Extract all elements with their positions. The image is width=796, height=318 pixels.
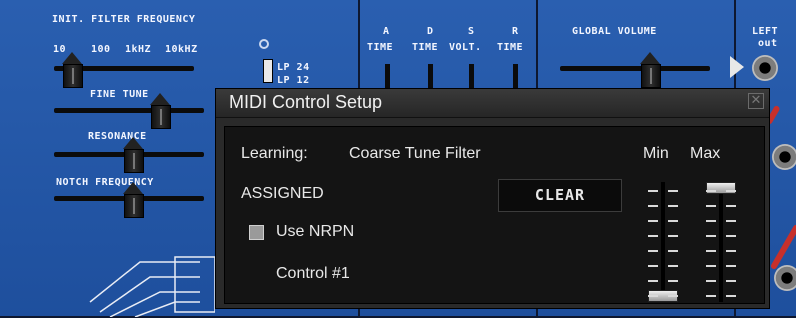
filter-frequency-slider[interactable] xyxy=(62,52,83,88)
env-release-letter: R xyxy=(512,26,519,37)
dialog-content-panel: Learning: Coarse Tune Filter ASSIGNED CL… xyxy=(224,126,765,304)
freq-scale-1khz: 1kHZ xyxy=(125,44,152,55)
learning-target: Coarse Tune Filter xyxy=(349,145,481,162)
control-number: Control #1 xyxy=(276,265,350,282)
env-decay-letter: D xyxy=(427,26,434,37)
env-sustain-letter: S xyxy=(468,26,475,37)
max-slider-rail xyxy=(719,182,723,302)
filter-mode-lp12[interactable]: LP 12 xyxy=(277,75,310,86)
output-jack-2[interactable] xyxy=(772,144,796,170)
env-decay-slider[interactable] xyxy=(428,64,433,90)
slider-tick xyxy=(668,205,678,207)
slider-tick xyxy=(648,250,658,252)
output-jack-3[interactable] xyxy=(774,265,796,291)
global-volume-track[interactable] xyxy=(560,66,710,71)
slider-tick xyxy=(726,235,736,237)
clear-button[interactable]: CLEAR xyxy=(498,179,622,212)
slider-tick xyxy=(668,280,678,282)
min-label: Min xyxy=(643,145,669,162)
slider-tick xyxy=(648,235,658,237)
left-out-jack[interactable] xyxy=(752,55,778,81)
global-volume-label: GLOBAL VOLUME xyxy=(572,26,657,37)
filter-mode-switch[interactable] xyxy=(263,59,273,83)
slider-tick xyxy=(706,265,716,267)
use-nrpn-checkbox[interactable] xyxy=(249,225,264,240)
slider-tick xyxy=(648,295,658,297)
slider-tick xyxy=(726,190,736,192)
assignment-status: ASSIGNED xyxy=(241,185,324,202)
filter-frequency-label: INIT. FILTER FREQUENCY xyxy=(52,14,196,25)
fine-tune-track[interactable] xyxy=(54,108,204,113)
left-out-label: LEFT xyxy=(752,26,779,37)
min-slider[interactable] xyxy=(644,182,682,302)
slider-tick xyxy=(706,190,716,192)
slider-tick xyxy=(668,220,678,222)
min-slider-rail xyxy=(661,182,665,302)
fine-tune-slider[interactable] xyxy=(150,93,171,129)
filter-mode-led-icon xyxy=(259,39,269,49)
slider-tick xyxy=(726,250,736,252)
slider-tick xyxy=(726,280,736,282)
env-attack-letter: A xyxy=(383,26,390,37)
env-release-label: TIME xyxy=(497,42,524,53)
slider-tick xyxy=(648,220,658,222)
filter-mode-lp24[interactable]: LP 24 xyxy=(277,62,310,73)
slider-tick xyxy=(668,265,678,267)
slider-tick xyxy=(648,190,658,192)
left-out-sublabel: out xyxy=(758,38,778,49)
env-sustain-slider[interactable] xyxy=(469,64,474,90)
freq-scale-10khz: 10kHZ xyxy=(165,44,198,55)
env-attack-label: TIME xyxy=(367,42,394,53)
env-attack-slider[interactable] xyxy=(385,64,390,90)
slider-tick xyxy=(668,250,678,252)
output-arrow-icon xyxy=(730,56,744,78)
max-slider-handle[interactable] xyxy=(706,182,736,194)
patch-wiring-graphic xyxy=(89,256,215,317)
slider-tick xyxy=(726,265,736,267)
close-icon[interactable]: ✕ xyxy=(748,93,764,109)
resonance-slider[interactable] xyxy=(123,137,144,173)
slider-tick xyxy=(706,220,716,222)
learning-label: Learning: xyxy=(241,145,308,162)
freq-scale-100: 100 xyxy=(91,44,111,55)
fine-tune-label: FINE TUNE xyxy=(90,89,149,100)
slider-tick xyxy=(726,295,736,297)
slider-tick xyxy=(706,235,716,237)
slider-tick xyxy=(706,280,716,282)
midi-control-setup-dialog: MIDI Control Setup ✕ Learning: Coarse Tu… xyxy=(215,88,770,309)
slider-tick xyxy=(668,190,678,192)
dialog-title-bar[interactable]: MIDI Control Setup ✕ xyxy=(216,89,769,118)
use-nrpn-label[interactable]: Use NRPN xyxy=(276,223,354,241)
slider-tick xyxy=(648,205,658,207)
slider-tick xyxy=(726,220,736,222)
slider-tick xyxy=(706,205,716,207)
global-volume-slider[interactable] xyxy=(640,52,661,88)
env-sustain-label: VOLT. xyxy=(449,42,482,53)
slider-tick xyxy=(668,295,678,297)
slider-tick xyxy=(706,250,716,252)
max-slider[interactable] xyxy=(702,182,740,302)
slider-tick xyxy=(648,280,658,282)
env-decay-label: TIME xyxy=(412,42,439,53)
max-label: Max xyxy=(690,145,721,162)
slider-tick xyxy=(648,265,658,267)
dialog-title: MIDI Control Setup xyxy=(229,92,383,112)
env-release-slider[interactable] xyxy=(513,64,518,90)
slider-tick xyxy=(668,235,678,237)
slider-tick xyxy=(726,205,736,207)
slider-tick xyxy=(706,295,716,297)
notch-frequency-slider[interactable] xyxy=(123,182,144,218)
